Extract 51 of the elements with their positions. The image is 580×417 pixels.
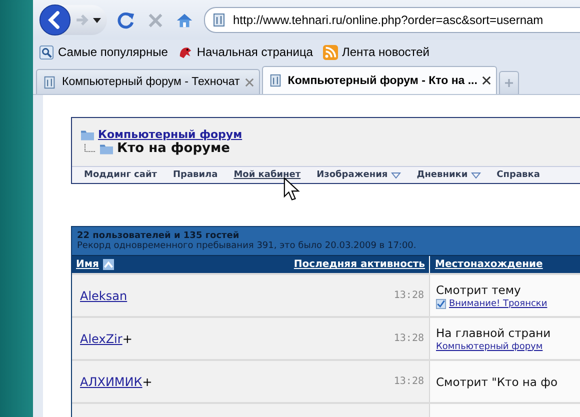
mouse-pointer-icon (283, 177, 301, 203)
dropdown-caret-icon[interactable] (93, 18, 101, 22)
tab-title: Компьютерный форум - Кто на ... (288, 74, 478, 86)
record-text: Рекорд одновременного пребывания 391, это было 20.03.2009 в 17:00. (77, 241, 418, 251)
breadcrumb-link[interactable]: Компьютерный форум (98, 128, 242, 141)
thread-link[interactable]: Внимание! Троянски (449, 298, 548, 308)
column-header-link[interactable]: Местонахождение (435, 259, 543, 270)
back-forward-control[interactable] (39, 5, 107, 35)
url-text: http://www.tehnari.ru/online.php?order=asc&sort=usernam (233, 13, 544, 27)
rss-feed-icon (322, 44, 338, 60)
location-text: Смотрит тему (436, 282, 522, 296)
column-header-link[interactable]: Имя (76, 259, 99, 270)
animal-head-icon (178, 44, 193, 60)
favorite-link[interactable]: Лента новостей (322, 44, 430, 60)
plus-mark: + (122, 332, 132, 346)
nav-link[interactable]: Справка (496, 170, 540, 180)
plus-icon (504, 78, 514, 88)
nav-link[interactable]: Моддинг сайт (84, 170, 157, 180)
users-count-text: 22 пользователей и 135 гостей (77, 231, 240, 241)
nav-link[interactable]: Правила (172, 170, 218, 180)
time-text: 13:28 (394, 376, 424, 387)
folder-icon (99, 142, 114, 155)
refresh-icon[interactable] (117, 10, 136, 30)
browser-tab[interactable]: Компьютерный форум - Кто на ... (262, 66, 498, 94)
tree-line-icon (84, 144, 96, 154)
column-header-link[interactable]: Последняя активность (294, 259, 425, 270)
page-icon (268, 73, 283, 88)
page-icon (211, 12, 227, 28)
nav-link[interactable]: Дневники (416, 170, 481, 180)
username-link[interactable]: Aleksan (80, 288, 128, 302)
thread-link[interactable]: Компьютерный форум (436, 342, 543, 352)
favorite-link[interactable]: Самые популярные (39, 44, 168, 60)
close-icon[interactable] (482, 76, 492, 85)
folder-icon (80, 128, 95, 141)
sort-arrow-icon (102, 259, 114, 270)
page-title: Кто на форуме (117, 141, 230, 156)
location-text: Смотрит "Кто на фо (436, 374, 559, 388)
time-text: 13:28 (394, 333, 424, 344)
favorite-link[interactable]: Начальная страница (178, 44, 313, 60)
username-link[interactable]: АЛХИМИК (80, 374, 142, 388)
magnifier-icon (39, 44, 54, 60)
username-link[interactable]: AlexZir (80, 332, 122, 346)
time-text: 13:28 (394, 290, 424, 301)
page-icon (42, 74, 57, 90)
browser-tab[interactable]: Компьютерный форум - Техночат (36, 69, 260, 94)
address-field[interactable]: http://www.tehnari.ru/online.php?order=asc&sort=usernam (204, 7, 580, 33)
nav-link[interactable]: Изображения (316, 170, 401, 180)
location-text: На главной страни (436, 326, 552, 340)
plus-mark: + (142, 374, 152, 388)
nav-link[interactable]: Мой кабинет (234, 170, 301, 180)
tab-title: Компьютерный форум - Техночат (62, 76, 240, 88)
